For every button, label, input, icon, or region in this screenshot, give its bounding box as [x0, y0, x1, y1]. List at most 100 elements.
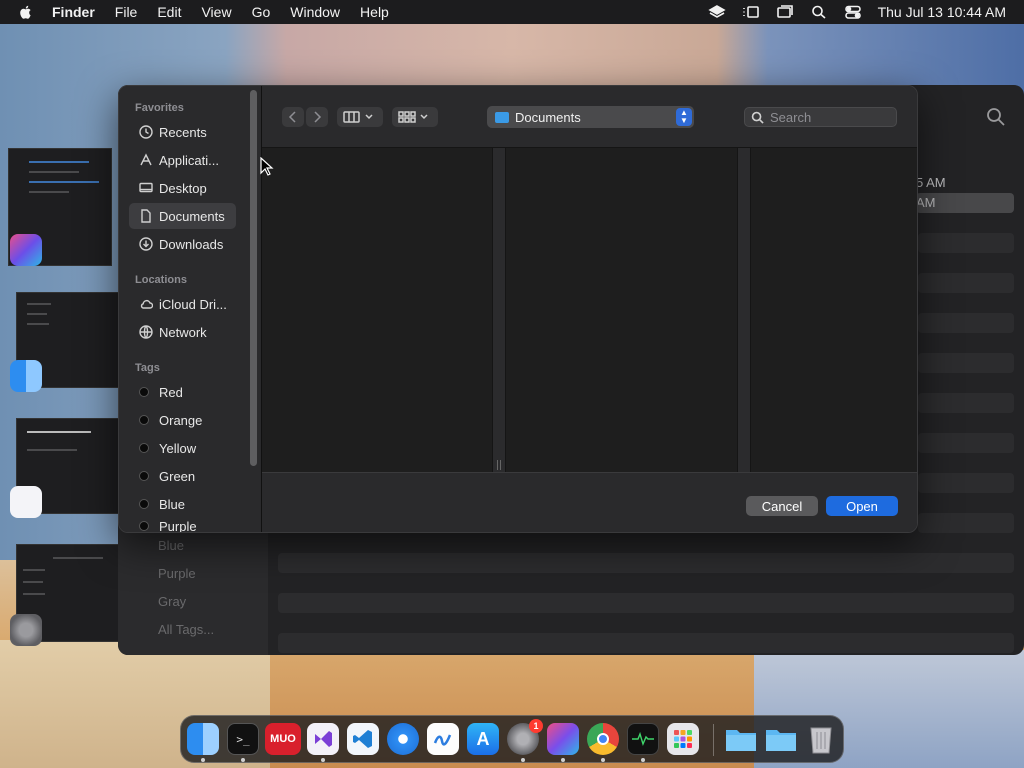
- location-popup[interactable]: Documents ▲ ▼: [487, 106, 694, 128]
- dock-folder-icon[interactable]: [725, 723, 757, 755]
- dock-finder-icon[interactable]: [187, 723, 219, 755]
- dock-chrome-icon[interactable]: [587, 723, 619, 755]
- dock-separator: [713, 724, 714, 756]
- back-button[interactable]: [282, 107, 304, 127]
- column-divider[interactable]: [737, 148, 751, 472]
- resize-grip-icon[interactable]: [497, 460, 501, 470]
- menu-app-name[interactable]: Finder: [52, 4, 95, 20]
- tag-dot-icon: [139, 499, 149, 509]
- running-indicator: [241, 758, 245, 762]
- open-button[interactable]: Open: [826, 496, 898, 516]
- running-indicator: [521, 758, 525, 762]
- search-field[interactable]: [744, 107, 897, 127]
- sidebar-tag-orange[interactable]: Orange: [129, 407, 236, 433]
- sidebar-item-applications[interactable]: Applicati...: [129, 147, 236, 173]
- dock-visual-studio-icon[interactable]: [307, 723, 339, 755]
- background-tag-blue: Blue: [158, 538, 185, 553]
- background-row: [918, 433, 1014, 453]
- cancel-button[interactable]: Cancel: [746, 496, 818, 516]
- desktop-icon: [139, 181, 153, 195]
- dock-activity-monitor-icon[interactable]: [627, 723, 659, 755]
- visual-studio-app-icon: [10, 486, 42, 518]
- dock-vscode-icon[interactable]: [347, 723, 379, 755]
- background-row: [918, 353, 1014, 373]
- sidebar-tag-blue[interactable]: Blue: [129, 491, 236, 517]
- tags-heading: Tags: [135, 362, 160, 374]
- menu-bar: Finder File Edit View Go Window Help Thu…: [0, 0, 1024, 24]
- sidebar-tag-purple[interactable]: Purple: [129, 519, 236, 533]
- dock-safari-icon[interactable]: [387, 723, 419, 755]
- applications-icon: [139, 153, 153, 167]
- document-icon: [139, 209, 153, 223]
- apple-menu-icon[interactable]: [18, 4, 34, 20]
- sidebar-scrollbar[interactable]: [250, 90, 257, 466]
- menu-go[interactable]: Go: [252, 4, 271, 20]
- open-file-dialog: Favorites Recents Applicati... Desktop D…: [118, 85, 918, 533]
- background-tag-all: All Tags...: [158, 622, 215, 637]
- screen-mirroring-icon[interactable]: [776, 4, 794, 20]
- dock-freeform-icon[interactable]: [427, 723, 459, 755]
- sidebar-item-icloud-drive[interactable]: iCloud Dri...: [129, 291, 236, 317]
- column-browser: [262, 148, 917, 472]
- group-by-button[interactable]: [392, 107, 438, 127]
- forward-button[interactable]: [306, 107, 328, 127]
- dock-terminal-icon[interactable]: >_: [227, 723, 259, 755]
- menu-help[interactable]: Help: [360, 4, 389, 20]
- folder-icon: [495, 111, 509, 123]
- stage-manager-icon[interactable]: [742, 4, 760, 20]
- menu-window[interactable]: Window: [290, 4, 340, 20]
- sidebar-item-network[interactable]: Network: [129, 319, 236, 345]
- menu-view[interactable]: View: [201, 4, 231, 20]
- search-icon: [751, 111, 764, 124]
- mouse-pointer-icon: [260, 157, 274, 176]
- system-settings-app-icon: [10, 614, 42, 646]
- sidebar-item-label: Purple: [159, 519, 197, 533]
- up-down-chevron-icon: ▲ ▼: [676, 108, 692, 126]
- background-row: [918, 473, 1014, 493]
- notification-badge: 1: [529, 719, 543, 733]
- sidebar-item-desktop[interactable]: Desktop: [129, 175, 236, 201]
- column-divider[interactable]: [492, 148, 506, 472]
- background-time-2: AM: [916, 195, 936, 210]
- menu-bar-clock[interactable]: Thu Jul 13 10:44 AM: [878, 4, 1006, 20]
- background-row: [918, 313, 1014, 333]
- sidebar-item-documents[interactable]: Documents: [129, 203, 236, 229]
- dock-folder-icon[interactable]: [765, 723, 797, 755]
- sidebar-item-label: Recents: [159, 124, 207, 140]
- sidebar-item-label: Red: [159, 384, 183, 400]
- sidebar-tag-red[interactable]: Red: [129, 379, 236, 405]
- dock-shortcuts-icon[interactable]: [547, 723, 579, 755]
- dock-trash-icon[interactable]: [805, 723, 837, 755]
- locations-heading: Locations: [135, 274, 187, 286]
- sidebar-tag-green[interactable]: Green: [129, 463, 236, 489]
- sidebar-tag-yellow[interactable]: Yellow: [129, 435, 236, 461]
- background-row: [918, 393, 1014, 413]
- background-row: [278, 593, 1014, 613]
- columns-view-icon: [343, 111, 373, 123]
- sidebar-item-recents[interactable]: Recents: [129, 119, 236, 145]
- sidebar-item-label: Green: [159, 468, 196, 484]
- sidebar-item-label: Orange: [159, 412, 203, 428]
- menu-file[interactable]: File: [115, 4, 138, 20]
- dock-muo-icon[interactable]: MUO: [265, 723, 301, 755]
- tag-dot-icon: [139, 415, 149, 425]
- control-center-icon[interactable]: [844, 4, 862, 20]
- background-search-icon: [987, 108, 1005, 126]
- globe-icon: [139, 325, 153, 339]
- background-tag-gray: Gray: [158, 594, 187, 609]
- tag-dot-icon: [139, 443, 149, 453]
- spotlight-search-icon[interactable]: [810, 4, 828, 20]
- search-input[interactable]: [770, 109, 890, 125]
- dock-app-store-icon[interactable]: A: [467, 723, 499, 755]
- dock-system-settings-icon[interactable]: 1: [507, 719, 543, 755]
- sidebar-item-label: Desktop: [159, 180, 207, 196]
- menu-edit[interactable]: Edit: [157, 4, 181, 20]
- tag-dot-icon: [139, 521, 149, 531]
- dialog-toolbar: Documents ▲ ▼: [262, 86, 917, 148]
- sidebar-item-downloads[interactable]: Downloads: [129, 231, 236, 257]
- dock: >_ MUO A 1: [180, 715, 844, 763]
- view-mode-button[interactable]: [337, 107, 383, 127]
- layers-icon[interactable]: [707, 4, 726, 20]
- dock-launchpad-icon[interactable]: [667, 723, 699, 755]
- dialog-sidebar: Favorites Recents Applicati... Desktop D…: [119, 86, 262, 533]
